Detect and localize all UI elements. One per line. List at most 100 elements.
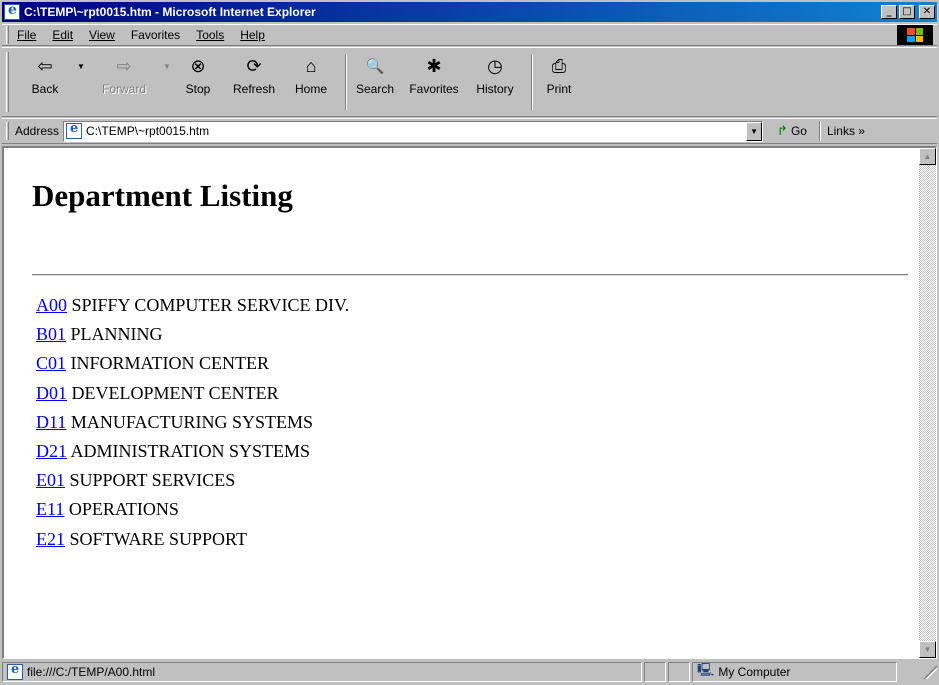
department-link-d21[interactable]: D21 xyxy=(36,441,67,461)
forward-dropdown-icon[interactable]: ▼ xyxy=(161,62,173,71)
status-text: file:///C:/TEMP/A00.html xyxy=(27,665,156,679)
title-bar[interactable]: C:\TEMP\~rpt0015.htm - Microsoft Interne… xyxy=(2,2,937,22)
refresh-button[interactable]: ⟳ Refresh xyxy=(223,52,285,112)
status-zone-panel: 🖳 My Computer xyxy=(692,662,897,682)
list-item: E21 SOFTWARE SUPPORT xyxy=(36,528,349,557)
address-bar: Address C:\TEMP\~rpt0015.htm ▼ ↱ Go Link… xyxy=(2,118,937,144)
page-heading: Department Listing xyxy=(32,178,293,213)
department-name: INFORMATION CENTER xyxy=(70,353,270,374)
internet-explorer-icon[interactable] xyxy=(4,2,20,20)
status-progress-panel xyxy=(644,662,666,682)
address-input[interactable]: C:\TEMP\~rpt0015.htm ▼ xyxy=(63,120,764,142)
department-link-b01[interactable]: B01 xyxy=(36,324,66,344)
menu-view-label: View xyxy=(89,28,115,42)
favorites-icon: ✱ xyxy=(426,56,442,76)
back-dropdown-icon[interactable]: ▼ xyxy=(75,62,87,71)
windows-logo-icon xyxy=(897,25,933,45)
status-page-icon xyxy=(7,662,23,680)
favorites-label: Favorites xyxy=(409,82,459,96)
document: Department Listing A00 SPIFFY COMPUTER S… xyxy=(4,148,918,658)
menu-edit[interactable]: Edit xyxy=(44,28,81,42)
standard-toolbar: ⇦ Back ▼ ⇨ Forward ▼ ⊗ Stop ⟳ Refresh ⌂ … xyxy=(2,47,937,117)
print-button[interactable]: ⎙ Print xyxy=(537,52,581,112)
window-controls: _ □ ✕ xyxy=(879,5,935,19)
department-link-d11[interactable]: D11 xyxy=(36,412,66,432)
forward-label: Forward xyxy=(101,82,146,96)
list-item: C01 INFORMATION CENTER xyxy=(36,352,349,381)
department-link-e01[interactable]: E01 xyxy=(36,470,65,490)
department-link-e21[interactable]: E21 xyxy=(36,529,65,549)
maximize-button[interactable]: □ xyxy=(899,5,915,19)
toolbar-separator xyxy=(345,54,347,110)
search-label: Search xyxy=(355,82,395,96)
home-button[interactable]: ⌂ Home xyxy=(285,52,337,112)
department-link-a00[interactable]: A00 xyxy=(36,295,67,315)
list-item: D11 MANUFACTURING SYSTEMS xyxy=(36,411,349,440)
list-item: E11 OPERATIONS xyxy=(36,498,349,527)
search-icon: 🔍 xyxy=(365,57,385,75)
favorites-button[interactable]: ✱ Favorites xyxy=(401,52,467,112)
history-button[interactable]: ◷ History xyxy=(467,52,523,112)
go-button[interactable]: ↱ Go xyxy=(777,123,807,139)
forward-button[interactable]: ⇨ Forward xyxy=(87,52,161,112)
menu-favorites-label: Favorites xyxy=(130,28,181,42)
refresh-icon: ⟳ xyxy=(246,56,262,76)
stop-icon: ⊗ xyxy=(190,56,206,76)
history-icon: ◷ xyxy=(487,56,503,76)
department-link-e11[interactable]: E11 xyxy=(36,499,64,519)
links-button[interactable]: Links » xyxy=(827,124,865,138)
page-icon xyxy=(66,121,83,139)
links-separator xyxy=(818,121,821,141)
status-bar: file:///C:/TEMP/A00.html 🖳 My Computer xyxy=(2,661,937,683)
toolbar-grip[interactable] xyxy=(6,52,9,112)
department-link-c01[interactable]: C01 xyxy=(36,353,66,373)
back-label: Back xyxy=(31,82,59,96)
back-button[interactable]: ⇦ Back xyxy=(15,52,75,112)
search-button[interactable]: 🔍 Search xyxy=(349,52,401,112)
close-button[interactable]: ✕ xyxy=(919,5,935,19)
scroll-down-icon[interactable]: ▼ xyxy=(919,641,936,658)
page-viewport[interactable]: Department Listing A00 SPIFFY COMPUTER S… xyxy=(2,146,937,659)
department-link-d01[interactable]: D01 xyxy=(36,383,67,403)
vertical-scrollbar[interactable]: ▲ ▼ xyxy=(919,148,936,658)
menu-file-label: File xyxy=(17,28,37,42)
browser-window: C:\TEMP\~rpt0015.htm - Microsoft Interne… xyxy=(0,0,939,685)
menu-tools[interactable]: Tools xyxy=(188,28,232,42)
menu-favorites[interactable]: Favorites xyxy=(123,28,188,42)
department-name: SOFTWARE SUPPORT xyxy=(69,528,247,549)
menu-view[interactable]: View xyxy=(81,28,123,42)
list-item: A00 SPIFFY COMPUTER SERVICE DIV. xyxy=(36,294,349,323)
back-arrow-icon: ⇦ xyxy=(37,56,53,76)
menu-help[interactable]: Help xyxy=(232,28,273,42)
address-label: Address xyxy=(15,124,60,138)
status-secure-panel xyxy=(668,662,690,682)
department-name: ADMINISTRATION SYSTEMS xyxy=(70,440,311,461)
menu-edit-label: Edit xyxy=(52,28,74,42)
scroll-up-icon[interactable]: ▲ xyxy=(919,148,936,165)
menu-help-label: Help xyxy=(240,28,265,42)
status-zone: My Computer xyxy=(718,665,791,679)
menu-tools-label: Tools xyxy=(196,28,225,42)
menu-bar: File Edit View Favorites Tools Help xyxy=(2,24,937,46)
refresh-label: Refresh xyxy=(232,82,276,96)
department-name: SUPPORT SERVICES xyxy=(69,470,236,491)
history-label: History xyxy=(476,82,514,96)
address-grip[interactable] xyxy=(6,122,9,140)
minimize-button[interactable]: _ xyxy=(881,5,897,19)
forward-arrow-icon: ⇨ xyxy=(116,56,132,76)
list-item: E01 SUPPORT SERVICES xyxy=(36,469,349,498)
my-computer-icon: 🖳 xyxy=(697,662,715,677)
address-dropdown-icon[interactable]: ▼ xyxy=(746,121,763,141)
list-item: D21 ADMINISTRATION SYSTEMS xyxy=(36,440,349,469)
stop-label: Stop xyxy=(185,82,211,96)
list-item: D01 DEVELOPMENT CENTER xyxy=(36,382,349,411)
stop-button[interactable]: ⊗ Stop xyxy=(173,52,223,112)
menu-file[interactable]: File xyxy=(9,28,44,42)
toolbar-separator-2 xyxy=(531,54,533,110)
resize-grip-icon[interactable] xyxy=(923,665,937,679)
window-title: C:\TEMP\~rpt0015.htm - Microsoft Interne… xyxy=(24,5,316,19)
department-name: SPIFFY COMPUTER SERVICE DIV. xyxy=(71,295,350,315)
status-panel: file:///C:/TEMP/A00.html xyxy=(2,662,642,682)
go-arrow-icon: ↱ xyxy=(777,123,788,138)
list-item: B01 PLANNING xyxy=(36,323,349,352)
